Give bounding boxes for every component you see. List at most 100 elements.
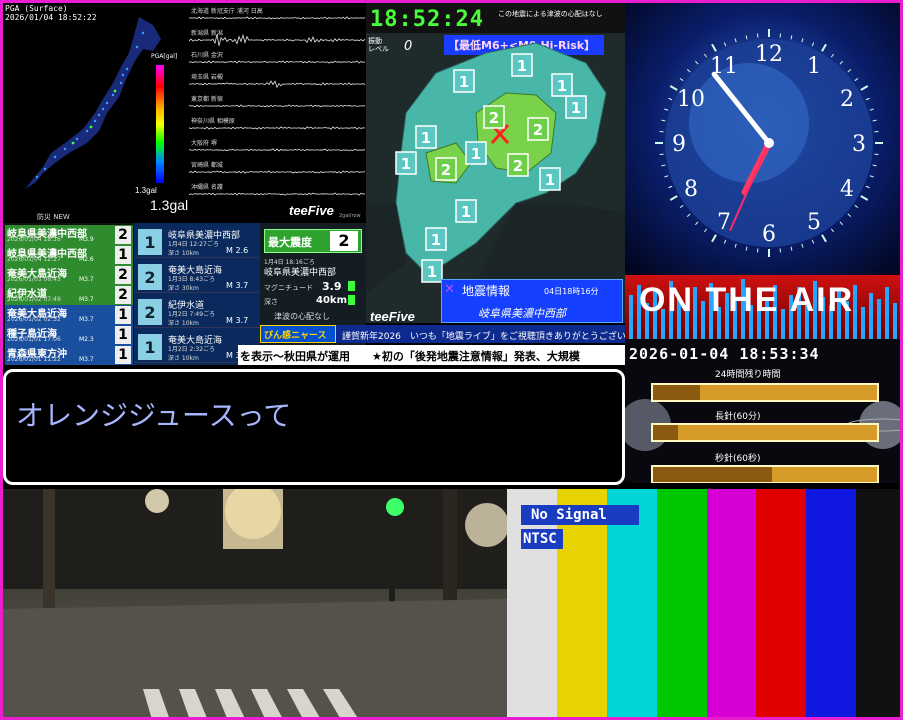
clock-numeral: 7: [717, 210, 731, 235]
quake-time: 2026/01/03 08:43: [7, 276, 61, 283]
timer-label: 秒針(60秒): [715, 451, 760, 464]
max-intensity-place: 岐阜県美濃中西部: [264, 265, 336, 278]
max-tsunami-note: 津波の心配なし: [274, 311, 330, 322]
quake-time: 2026/01/02 02:32: [7, 316, 61, 323]
quake-list-item[interactable]: 青森県東方沖 2026/01/01 11:22 M3.7 1: [5, 345, 133, 365]
timer-label: 長針(60分): [715, 409, 760, 422]
news-ticker-top: ぴん感ニャース 謹賀新年2026 いつも「地震ライブ」をご視聴頂きありがとうござ…: [260, 325, 625, 343]
quake-mag: M3.7: [79, 316, 94, 323]
depth-label: 深さ: [264, 297, 278, 307]
timer-datetime: 2026-01-04 18:53:34: [629, 345, 820, 363]
color-bar: [856, 489, 903, 720]
quake-detail-item[interactable]: 2 紀伊水道 1月2日 7:49ごろ 深さ 10km M 3.7: [134, 295, 260, 328]
timer-progress-fill: [653, 425, 678, 440]
quake-list-item[interactable]: 奄美大島近海 2026/01/03 08:43 M3.7 2: [5, 265, 133, 285]
detail-depth: 深さ 10km: [168, 353, 199, 362]
pga-scale-title: PGA[gal]: [151, 53, 177, 60]
intensity-mark: 1: [459, 73, 469, 91]
clock-numeral: 8: [684, 177, 698, 202]
clock-numeral: 10: [677, 87, 705, 112]
clock-numeral: 2: [840, 87, 854, 112]
waveform-trace: [189, 61, 365, 63]
timer-progress-bar: [651, 465, 879, 483]
quake-mag: M3.9: [79, 236, 94, 243]
waveform-trace: [189, 171, 365, 173]
quake-list-item[interactable]: 種子島近海 2026/01/01 17:06 M2.3 1: [5, 325, 133, 345]
pga-peak-value: 1.3gal: [150, 197, 188, 213]
quake-list-item[interactable]: 岐阜県美濃中西部 2026/01/04 18:16 M3.9 2: [5, 225, 133, 245]
max-intensity-panel: 最大震度 2 1月4日 18:16ごろ 岐阜県美濃中西部 マグニチュード 3.9…: [260, 223, 366, 365]
intensity-mark: 2: [533, 121, 543, 139]
magnitude-value: 3.9: [322, 280, 342, 293]
quake-mag: M3.7: [79, 276, 94, 283]
quake-intensity: 2: [115, 266, 131, 284]
detail-depth: 深さ 30km: [168, 283, 199, 292]
clock-numeral: 12: [755, 42, 783, 67]
max-intensity-label: 最大震度: [268, 234, 312, 250]
quake-intensity: 1: [115, 306, 131, 324]
quake-history-list: 岐阜県美濃中西部 2026/01/04 18:16 M3.9 2 岐阜県美濃中西部 202…: [3, 223, 134, 365]
intensity-mark: 1: [571, 99, 581, 117]
quake-intensity: 1: [115, 246, 131, 264]
no-signal-text: No Signal: [531, 507, 607, 523]
intensity-mark: 1: [427, 263, 437, 281]
quake-intensity: 2: [115, 286, 131, 304]
region-map: 111112222111111: [366, 3, 625, 323]
traffic-light-icon: [386, 498, 404, 516]
pga-peak-small: 1.3gal: [135, 186, 157, 195]
waveform-trace: [189, 17, 365, 19]
pga-color-scale: [156, 65, 164, 183]
quake-list-item[interactable]: 奄美大島近海 2026/01/02 02:32 M3.7 1: [5, 305, 133, 325]
quake-mag: M3.7: [79, 296, 94, 303]
detail-intensity: 1: [138, 334, 162, 360]
quake-list-item[interactable]: 紀伊水道 2026/01/02 07:49 M3.7 2: [5, 285, 133, 305]
detail-mag: M 3.7: [226, 316, 248, 325]
on-air-text: ON THE AIR: [639, 281, 854, 320]
map-teefive-logo: teeFive: [370, 309, 415, 323]
quake-mag: M3.7: [79, 356, 94, 363]
quake-time: 2026/01/01 11:22: [7, 356, 61, 363]
ticker-top-text: 謹賀新年2026 いつも「地震ライブ」をご視聴頂きありがとうございます!: [342, 329, 625, 342]
clock-numeral: 1: [807, 54, 821, 79]
intensity-mark: 1: [517, 57, 527, 75]
eq-x-icon: ✕: [444, 282, 455, 297]
eq-info-place: 岐阜県美濃中西部: [478, 305, 566, 321]
quake-time: 2026/01/04 12:27: [7, 256, 61, 263]
intensity-mark: 1: [545, 171, 555, 189]
intensity-mark: 1: [557, 77, 567, 95]
detail-depth: 深さ 10km: [168, 248, 199, 257]
caption-text: オレンジジュースって: [16, 394, 291, 434]
quake-time: 2026/01/02 07:49: [7, 296, 61, 303]
quake-list-item[interactable]: 岐阜県美濃中西部 2026/01/04 12:27 M2.6 1: [5, 245, 133, 265]
detail-mag: M 3.7: [226, 281, 248, 290]
clock-numeral: 5: [807, 210, 821, 235]
analog-clock-panel: 12 1 2 3 4 5 6 7 8 9 10 11: [625, 3, 903, 275]
waveform-trace: [189, 105, 365, 107]
depth-value: 40km: [316, 295, 347, 306]
quake-detail-item[interactable]: 1 岐阜県美濃中西部 1月4日 12:27ごろ 深さ 10km M 2.6: [134, 225, 260, 258]
max-intensity-value: 2: [330, 231, 358, 251]
waveform-traces: [189, 3, 366, 223]
ticker-bottom-text: を表示〜秋田県が運用 ★初の「後発地震注意情報」発表、大規模: [240, 348, 580, 364]
quake-detail-list: 1 岐阜県美濃中西部 1月4日 12:27ごろ 深さ 10km M 2.6 2 奄美大島近海…: [134, 223, 260, 365]
quake-intensity: 2: [115, 226, 131, 244]
clock-numeral: 6: [762, 222, 776, 247]
clock-numeral: 3: [852, 132, 866, 157]
color-bar: [806, 489, 857, 720]
quake-time: 2026/01/01 17:06: [7, 336, 61, 343]
intensity-mark: 1: [401, 155, 411, 173]
waveform-trace: [189, 149, 365, 151]
timer-label: 24時間残り時間: [715, 367, 780, 380]
pga-footer: 防災 NEW: [37, 212, 70, 222]
waveform-trace: [189, 127, 365, 129]
detail-time: 1月3日 8:43ごろ: [168, 274, 215, 283]
quake-detail-item[interactable]: 2 奄美大島近海 1月3日 8:43ごろ 深さ 30km M 3.7: [134, 260, 260, 293]
detail-mag: M 2.6: [226, 246, 248, 255]
depth-indicator: [348, 295, 355, 305]
quake-time: 2026/01/04 18:16: [7, 236, 61, 243]
clock-numeral: 4: [840, 177, 854, 202]
ticker-badge: ぴん感ニャース: [264, 328, 327, 341]
caption-box: オレンジジュースって: [3, 369, 625, 485]
detail-time: 1月2日 7:49ごろ: [168, 309, 215, 318]
magnitude-indicator: [348, 281, 355, 291]
